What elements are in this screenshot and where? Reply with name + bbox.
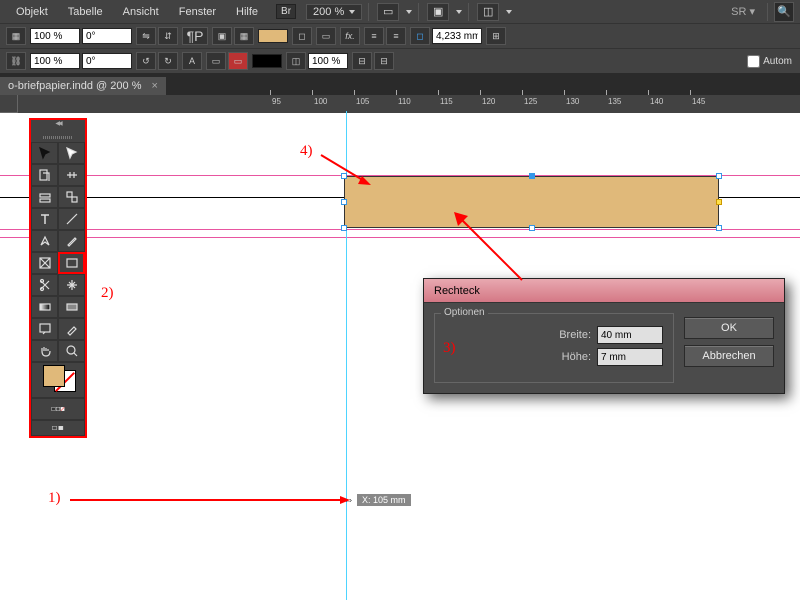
tab-title: o-briefpapier.indd @ 200 % — [8, 80, 141, 92]
zoom-tool[interactable] — [58, 340, 85, 362]
gradient-feather-tool[interactable] — [58, 296, 85, 318]
chevron-down-icon — [406, 10, 412, 14]
bridge-button[interactable]: Br — [276, 4, 296, 19]
align2-icon[interactable]: ≡ — [386, 27, 406, 45]
annotation-1: 1) — [48, 490, 61, 507]
height-input[interactable] — [597, 348, 663, 366]
annotation-3: 3) — [443, 340, 456, 357]
cancel-button[interactable]: Abbrechen — [684, 345, 774, 367]
chevron-down-icon — [456, 10, 462, 14]
control-bar-1: ▦ ⇋⇵ ¶P ▣▦ ◻ ▭ fx. ≡≡ ◻ ⊞ — [0, 23, 800, 48]
pencil-tool[interactable] — [58, 230, 85, 252]
ref-point-icon[interactable]: ▦ — [6, 27, 26, 45]
direct-select-tool[interactable] — [58, 142, 85, 164]
wrap-none-icon[interactable]: ▭ — [228, 52, 248, 70]
panel-grip[interactable] — [31, 132, 85, 142]
options-group: Optionen Breite: Höhe: — [434, 313, 674, 383]
dimension-input[interactable] — [432, 28, 482, 44]
content-tool-2[interactable] — [58, 186, 85, 208]
note-tool[interactable] — [31, 318, 58, 340]
scissors-tool[interactable] — [31, 274, 58, 296]
search-icon[interactable]: 🔍 — [774, 2, 794, 22]
constrain-icon[interactable]: ⊞ — [486, 27, 506, 45]
guide-horizontal[interactable] — [0, 237, 800, 238]
scale-y-input[interactable] — [30, 53, 80, 69]
shear-input[interactable] — [82, 53, 132, 69]
textwrap-icon[interactable]: ▣ — [212, 27, 232, 45]
gap-tool[interactable] — [58, 164, 85, 186]
paragraph-style-icon[interactable]: ¶P — [182, 27, 208, 45]
rectangle-tool[interactable] — [58, 252, 85, 274]
pen-tool[interactable] — [31, 230, 58, 252]
menu-tabelle[interactable]: Tabelle — [58, 2, 113, 22]
document-tab[interactable]: o-briefpapier.indd @ 200 % × — [0, 77, 166, 95]
menu-bar: Objekt Tabelle Ansicht Fenster Hilfe Br … — [0, 0, 800, 23]
apply-color-row[interactable] — [31, 398, 85, 420]
flip-v-icon[interactable]: ⇵ — [158, 27, 178, 45]
hand-tool[interactable] — [31, 340, 58, 362]
blend-icon[interactable]: ◫ — [286, 52, 306, 70]
close-icon[interactable]: × — [151, 80, 157, 92]
blend-pct[interactable] — [308, 53, 348, 69]
dist2-icon[interactable]: ⊟ — [374, 52, 394, 70]
width-input[interactable] — [597, 326, 663, 344]
rotate-ccw-icon[interactable]: ↺ — [136, 52, 156, 70]
menu-ansicht[interactable]: Ansicht — [113, 2, 169, 22]
screen-mode-icon[interactable]: ▣ — [427, 3, 449, 21]
workspace-label[interactable]: SR ▾ — [731, 5, 761, 18]
transform-tool[interactable] — [58, 274, 85, 296]
collapse-icon[interactable] — [31, 120, 85, 132]
chevron-down-icon — [349, 10, 355, 14]
tools-panel — [29, 118, 87, 438]
zoom-level[interactable]: 200 % — [306, 4, 362, 20]
opacity-icon[interactable]: ▭ — [316, 27, 336, 45]
options-legend: Optionen — [441, 307, 488, 318]
rotate-cw-icon[interactable]: ↻ — [158, 52, 178, 70]
ruler-origin[interactable] — [0, 95, 18, 113]
scale-x-input[interactable] — [30, 28, 80, 44]
gradient-tool[interactable] — [31, 296, 58, 318]
fx-icon[interactable]: fx. — [340, 27, 360, 45]
control-bar-2: ⛓ ↺↻ A ▭▭ ◫ ⊟⊟ Autom — [0, 48, 800, 73]
rotate-input[interactable] — [82, 28, 132, 44]
eyedropper-tool[interactable] — [58, 318, 85, 340]
menu-objekt[interactable]: Objekt — [6, 2, 58, 22]
x-value: X: 105 mm — [357, 494, 411, 506]
tab-bar: o-briefpapier.indd @ 200 % × — [0, 73, 800, 95]
line-tool[interactable] — [58, 208, 85, 230]
position-indicator: ⇔ X: 105 mm — [343, 494, 411, 506]
ok-button[interactable]: OK — [684, 317, 774, 339]
view-mode-icon[interactable]: ▭ — [377, 3, 399, 21]
rectangle-dialog: Rechteck Optionen Breite: Höhe: OK Abbre… — [423, 278, 785, 394]
wrap-icon[interactable]: ▭ — [206, 52, 226, 70]
color-wells[interactable] — [31, 362, 85, 398]
type-tool[interactable] — [31, 208, 58, 230]
width-label: Breite: — [559, 329, 591, 341]
horizontal-ruler: 95100105110115120125130135140145 — [0, 95, 800, 113]
frame-tool[interactable] — [31, 252, 58, 274]
autom-check[interactable]: Autom — [747, 55, 792, 68]
flip-h-icon[interactable]: ⇋ — [136, 27, 156, 45]
dist-icon[interactable]: ⊟ — [352, 52, 372, 70]
fill-swatch[interactable] — [258, 29, 288, 43]
chevron-down-icon — [506, 10, 512, 14]
textwrap2-icon[interactable]: ▦ — [234, 27, 254, 45]
view-mode-row[interactable] — [31, 420, 85, 436]
corner-icon[interactable]: ◻ — [292, 27, 312, 45]
guide-horizontal[interactable] — [0, 229, 800, 230]
selection-tool[interactable] — [31, 142, 58, 164]
page-tool[interactable] — [31, 164, 58, 186]
content-tool[interactable] — [31, 186, 58, 208]
menu-fenster[interactable]: Fenster — [169, 2, 226, 22]
bounds-icon[interactable]: ◻ — [410, 27, 430, 45]
align-icon[interactable]: ≡ — [364, 27, 384, 45]
char-style-icon[interactable]: A — [182, 52, 202, 70]
arrange-icon[interactable]: ◫ — [477, 3, 499, 21]
annotation-2: 2) — [101, 285, 114, 302]
height-label: Höhe: — [562, 351, 591, 363]
annotation-4: 4) — [300, 143, 313, 160]
stroke-swatch[interactable] — [252, 54, 282, 68]
menu-hilfe[interactable]: Hilfe — [226, 2, 268, 22]
link-icon[interactable]: ⛓ — [6, 52, 26, 70]
